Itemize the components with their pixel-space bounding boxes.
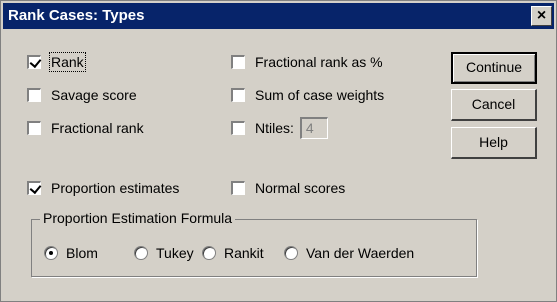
- cancel-button[interactable]: Cancel: [451, 89, 537, 121]
- ntiles-input[interactable]: 4: [299, 117, 328, 139]
- proportion-formula-group: Proportion Estimation Formula Blom Tukey…: [31, 210, 477, 277]
- normal-scores-label: Normal scores: [255, 180, 346, 196]
- sum-case-weights-checkbox[interactable]: [231, 88, 245, 102]
- rank-cases-types-dialog: Rank Cases: Types × Rank Savage score Fr…: [0, 0, 557, 302]
- close-button[interactable]: ×: [531, 6, 552, 26]
- rank-label: Rank: [49, 52, 86, 72]
- fractional-rank-pct-label: Fractional rank as %: [255, 54, 383, 70]
- radio-rankit[interactable]: [202, 246, 216, 260]
- radio-tukey-row[interactable]: Tukey: [134, 245, 194, 261]
- radio-rankit-label: Rankit: [224, 245, 264, 261]
- radio-van-der-waerden-label: Van der Waerden: [306, 245, 415, 261]
- normal-scores-checkbox[interactable]: [231, 181, 245, 195]
- radio-blom[interactable]: [44, 246, 58, 260]
- normal-scores-checkbox-row[interactable]: Normal scores: [231, 180, 345, 196]
- continue-button[interactable]: Continue: [451, 52, 537, 84]
- savage-score-checkbox[interactable]: [27, 88, 41, 102]
- proportion-estimates-label: Proportion estimates: [51, 180, 180, 196]
- proportion-estimates-checkbox[interactable]: [27, 181, 41, 195]
- ntiles-checkbox-row[interactable]: Ntiles: 4: [231, 117, 328, 139]
- radio-blom-label: Blom: [66, 245, 98, 261]
- help-button[interactable]: Help: [451, 127, 537, 159]
- savage-score-label: Savage score: [51, 87, 137, 103]
- fractional-rank-pct-checkbox-row[interactable]: Fractional rank as %: [231, 54, 383, 70]
- proportion-estimates-checkbox-row[interactable]: Proportion estimates: [27, 180, 179, 196]
- savage-score-checkbox-row[interactable]: Savage score: [27, 87, 137, 103]
- radio-rankit-row[interactable]: Rankit: [202, 245, 264, 261]
- radio-blom-row[interactable]: Blom: [44, 245, 98, 261]
- radio-van-der-waerden-row[interactable]: Van der Waerden: [284, 245, 414, 261]
- radio-tukey[interactable]: [134, 246, 148, 260]
- dialog-title: Rank Cases: Types: [8, 7, 145, 24]
- radio-van-der-waerden[interactable]: [284, 246, 298, 260]
- sum-case-weights-label: Sum of case weights: [255, 87, 385, 103]
- fractional-rank-checkbox[interactable]: [27, 121, 41, 135]
- proportion-formula-caption: Proportion Estimation Formula: [40, 210, 236, 226]
- ntiles-checkbox[interactable]: [231, 121, 245, 135]
- sum-case-weights-checkbox-row[interactable]: Sum of case weights: [231, 87, 384, 103]
- radio-tukey-label: Tukey: [156, 245, 194, 261]
- rank-checkbox[interactable]: [27, 55, 41, 69]
- close-icon: ×: [536, 7, 547, 24]
- fractional-rank-label: Fractional rank: [51, 120, 144, 136]
- rank-checkbox-row[interactable]: Rank: [27, 52, 86, 72]
- ntiles-label: Ntiles:: [255, 120, 294, 136]
- title-bar[interactable]: Rank Cases: Types ×: [3, 3, 554, 29]
- fractional-rank-checkbox-row[interactable]: Fractional rank: [27, 120, 144, 136]
- fractional-rank-pct-checkbox[interactable]: [231, 55, 245, 69]
